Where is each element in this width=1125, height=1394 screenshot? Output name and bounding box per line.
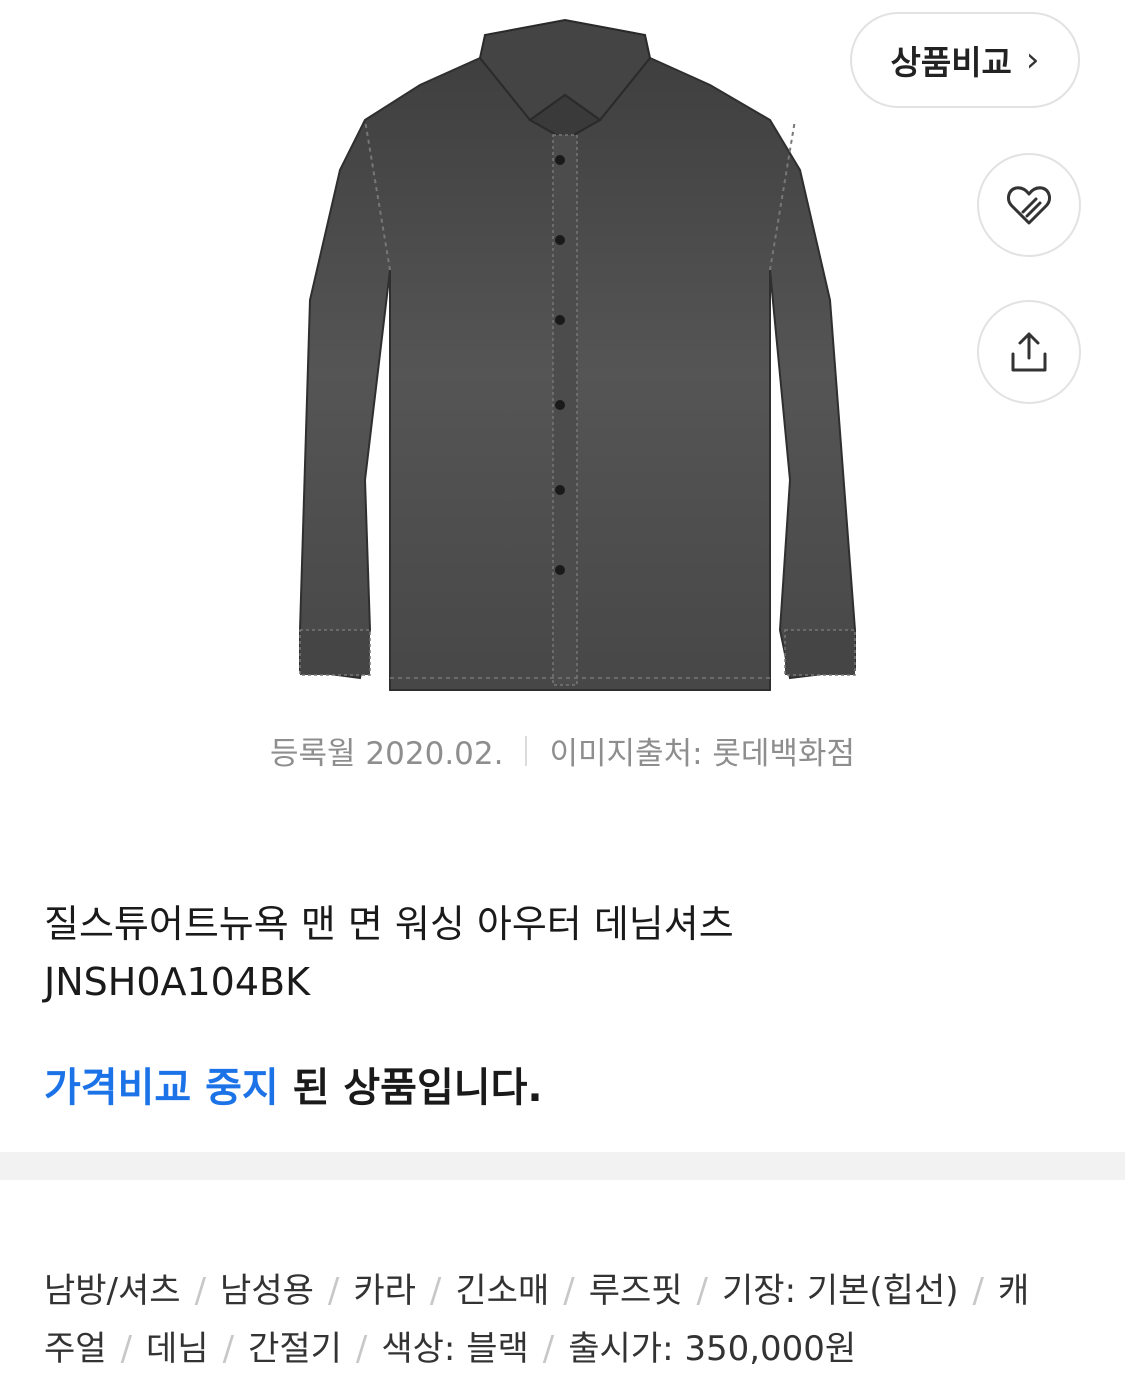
spec-item: 기장: 기본(힙선)	[722, 1271, 959, 1311]
spec-item: 캐	[997, 1271, 1030, 1311]
spec-separator: /	[355, 1329, 368, 1369]
spec-separator: /	[194, 1271, 207, 1311]
product-detail-page: 상품비교 › 등록월 2020.02. 이미지출처: 롯데백화점 질스튜어트뉴욕…	[0, 0, 1125, 1394]
spec-item: 주얼	[44, 1329, 107, 1369]
specs-row-2: 주얼 / 데님 / 간절기 / 색상: 블랙 / 출시가: 350,000원	[44, 1320, 1094, 1378]
image-source: 이미지출처: 롯데백화점	[549, 736, 855, 772]
heart-icon	[1007, 186, 1051, 225]
price-compare-stopped-notice: 가격비교 중지 된 상품입니다.	[44, 1055, 543, 1113]
notice-highlight: 가격비교 중지	[44, 1065, 279, 1111]
spec-separator: /	[327, 1271, 340, 1311]
product-specs: 남방/셔츠 / 남성용 / 카라 / 긴소매 / 루즈핏 / 기장: 기본(힙선) / 캐 주얼 / 데님 /…	[44, 1262, 1094, 1378]
wishlist-button[interactable]	[977, 153, 1081, 257]
caption-divider	[525, 735, 528, 766]
spec-item: 간절기	[248, 1329, 342, 1369]
spec-separator: /	[696, 1271, 709, 1311]
spec-item: 남방/셔츠	[44, 1271, 181, 1311]
spec-item: 데님	[146, 1329, 209, 1369]
share-button[interactable]	[977, 300, 1081, 404]
image-caption: 등록월 2020.02. 이미지출처: 롯데백화점	[0, 728, 1125, 773]
product-compare-button[interactable]: 상품비교 ›	[850, 12, 1080, 108]
spec-item: 출시가: 350,000원	[568, 1329, 857, 1369]
product-image[interactable]	[270, 10, 860, 710]
spec-separator: /	[120, 1329, 133, 1369]
product-title: 질스튜어트뉴욕 맨 면 워싱 아우터 데님셔츠 JNSH0A104BK	[44, 895, 1084, 1011]
spec-item: 루즈핏	[588, 1271, 683, 1311]
spec-item: 카라	[353, 1271, 416, 1311]
notice-text: 된 상품입니다.	[278, 1065, 543, 1111]
product-compare-label: 상품비교	[890, 43, 1012, 82]
section-divider	[0, 1152, 1125, 1180]
share-icon	[1011, 332, 1047, 372]
spec-separator: /	[972, 1271, 984, 1311]
spec-separator: /	[222, 1329, 235, 1369]
product-title-line1: 질스튜어트뉴욕 맨 면 워싱 아우터 데님셔츠	[44, 902, 734, 946]
spec-item: 긴소매	[455, 1271, 550, 1311]
spec-separator: /	[542, 1329, 555, 1369]
product-model-code: JNSH0A104BK	[44, 960, 311, 1004]
spec-separator: /	[429, 1271, 442, 1311]
spec-separator: /	[563, 1271, 575, 1311]
registered-date: 등록월 2020.02.	[270, 736, 504, 772]
spec-item: 색상: 블랙	[381, 1329, 529, 1369]
specs-row-1: 남방/셔츠 / 남성용 / 카라 / 긴소매 / 루즈핏 / 기장: 기본(힙선) / 캐	[44, 1262, 1094, 1320]
denim-shirt-image	[299, 18, 856, 691]
spec-item: 남성용	[220, 1271, 314, 1311]
chevron-right-icon: ›	[1025, 40, 1040, 80]
